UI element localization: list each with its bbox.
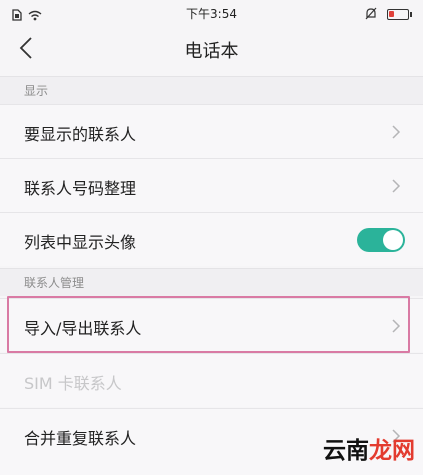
row-label: 要显示的联系人 — [24, 125, 137, 144]
watermark-part1: 云南 — [323, 437, 369, 464]
battery-icon — [387, 9, 412, 20]
row-label: 列表中显示头像 — [24, 233, 137, 252]
row-import-export[interactable]: 导入/导出联系人 — [0, 298, 423, 352]
row-label: 联系人号码整理 — [24, 179, 137, 198]
status-bar: 下午3:54 — [0, 0, 423, 26]
chevron-right-icon — [391, 178, 401, 194]
watermark-part2: 龙网 — [369, 437, 415, 464]
chevron-right-icon — [391, 124, 401, 140]
row-label: 合并重复联系人 — [24, 429, 137, 448]
row-number-organize[interactable]: 联系人号码整理 — [0, 158, 423, 212]
status-time: 下午3:54 — [186, 7, 237, 21]
chevron-right-icon — [391, 318, 401, 334]
status-right — [365, 5, 412, 24]
row-contacts-to-display[interactable]: 要显示的联系人 — [0, 104, 423, 158]
row-sim-contacts: SIM 卡联系人 — [0, 353, 423, 407]
row-show-avatar: 列表中显示头像 — [0, 212, 423, 266]
bell-muted-icon — [365, 5, 377, 24]
phone-screen: 下午3:54 电话本 显示 要显示的联系人 联系人号码整理 列表中显示头像 联系… — [0, 0, 423, 475]
watermark: 云南龙网 — [323, 431, 415, 465]
section-header-display: 显示 — [0, 76, 423, 104]
row-label: 导入/导出联系人 — [24, 319, 142, 338]
toggle-knob — [383, 230, 403, 250]
section-header-contact-management: 联系人管理 — [0, 268, 423, 296]
show-avatar-toggle[interactable] — [357, 228, 405, 252]
nav-bar: 电话本 — [0, 26, 423, 74]
page-title: 电话本 — [184, 41, 239, 62]
row-label: SIM 卡联系人 — [24, 374, 122, 393]
